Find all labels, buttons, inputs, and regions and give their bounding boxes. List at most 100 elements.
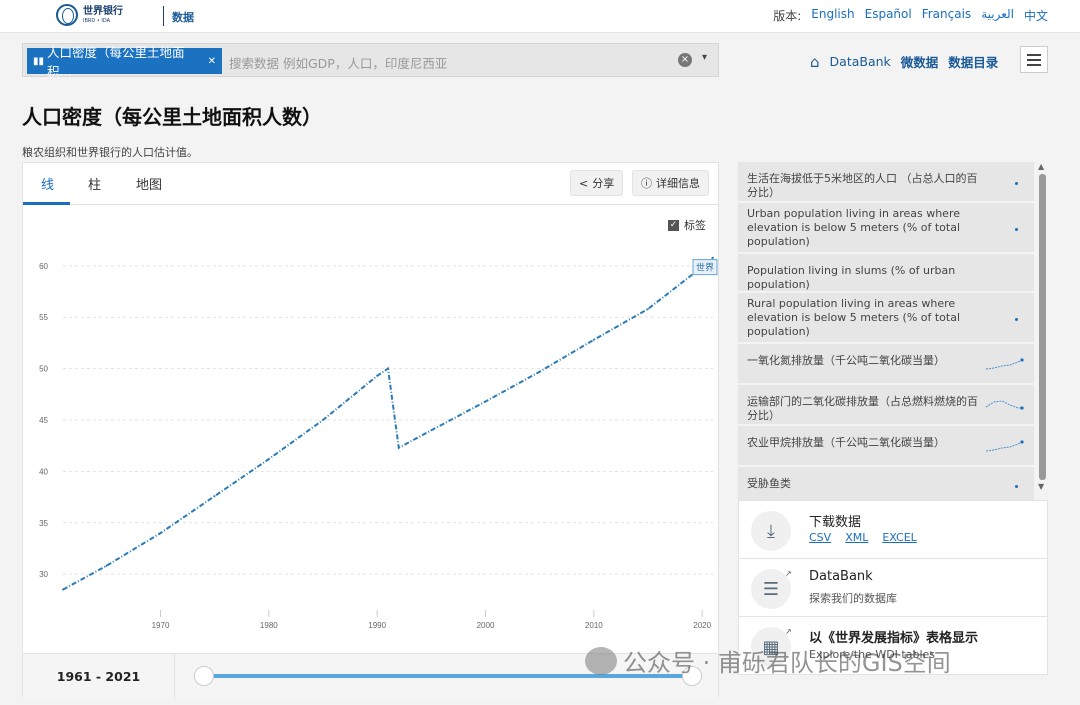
related-indicator-label: 生活在海拔低于5米地区的人口 （占总人口的百分比） [747,172,978,199]
year-slider-start-handle[interactable] [194,666,214,686]
top-bar: 世界银行 IBRD • IDA 数据 版本: English Español F… [0,0,1080,32]
series-line-world [62,256,714,591]
top-nav: ⌂ DataBank 微数据 数据目录 [810,52,998,71]
chip-remove-icon[interactable]: ✕ [208,56,216,67]
tab-line[interactable]: 线 [41,174,54,193]
external-link-icon: ↗ [785,627,792,636]
year-range-label: 1961 - 2021 [23,654,175,699]
tab-bar[interactable]: 柱 [88,174,101,193]
home-icon[interactable]: ⌂ [810,53,820,71]
download-csv-link[interactable]: CSV [809,531,831,544]
data-point [484,400,487,403]
sparkline [985,400,1024,410]
related-list-scrollbar[interactable]: ▲ ▼ [1037,162,1048,492]
details-label: 详细信息 [656,177,700,190]
sparkline [985,358,1024,370]
language-arabic[interactable]: العربية [981,7,1014,24]
data-point [387,367,389,370]
nav-databank[interactable]: DataBank [830,54,891,69]
data-point [159,532,162,534]
watermark: 公众号 · 甫砾君队长的GIS空间 [585,643,951,678]
info-icon: ⓘ [641,177,652,190]
related-indicator-item[interactable]: Population living in slums (% of urban p… [738,254,1034,292]
details-button[interactable]: ⓘ 详细信息 [632,170,709,196]
related-indicator-item[interactable]: 生活在海拔低于5米地区的人口 （占总人口的百分比） [738,162,1034,202]
external-link-icon: ↗ [785,569,792,578]
y-tick-label: 55 [39,313,48,322]
data-point [376,374,379,377]
page-title: 人口密度（每公里土地面积人数） [22,105,322,129]
related-indicator-item[interactable]: 受胁鱼类 [738,467,1034,503]
related-indicator-item[interactable]: 运输部门的二氧化碳排放量（占总燃料燃烧的百分比） [738,385,1034,425]
related-indicator-label: 受胁鱼类 [747,477,791,490]
section-link[interactable]: 数据 [172,9,194,25]
data-point [647,308,649,310]
scroll-down-icon[interactable]: ▼ [1038,482,1044,491]
language-chinese[interactable]: 中文 [1024,7,1048,24]
language-label: 版本: [773,9,802,23]
y-tick-label: 30 [39,570,48,579]
databank-row[interactable]: ☰ ↗ DataBank 探索我们的数据库 [739,559,1047,617]
sparkline-dot [1015,318,1018,321]
menu-icon-bar [1027,63,1041,66]
databank-subtitle: 探索我们的数据库 [809,592,897,605]
databank-title: DataBank [809,569,873,584]
language-spanish[interactable]: Español [865,7,912,24]
related-indicator-item[interactable]: Urban population living in areas where e… [738,203,1034,253]
share-label: 分享 [592,177,615,190]
menu-icon-bar [1027,53,1041,56]
share-button[interactable]: < 分享 [570,170,624,196]
y-tick-label: 40 [39,467,48,476]
data-point [105,565,108,567]
watermark-text: 公众号 · 甫砾君队长的GIS空间 [623,649,951,677]
related-indicators-list: 生活在海拔低于5米地区的人口 （占总人口的百分比） Urban populatio… [738,162,1048,503]
download-links: CSV XML EXCEL [809,531,917,544]
related-indicator-label: 运输部门的二氧化碳排放量（占总燃料燃烧的百分比） [747,395,978,422]
logo-subtitle: IBRD • IDA [83,17,111,24]
globe-icon [56,4,78,26]
hamburger-menu-button[interactable] [1020,46,1048,73]
sparkline-dot [1015,485,1018,488]
data-point [62,588,64,591]
nav-microdata[interactable]: 微数据 [901,52,939,71]
x-tick-label: 2000 [477,621,495,630]
related-indicator-item[interactable]: 农业甲烷排放量（千公吨二氧化碳当量） [738,426,1034,466]
y-tick-label: 45 [39,416,48,425]
data-point [267,458,270,460]
language-english[interactable]: English [811,7,854,24]
search-placeholder: 搜索数据 例如GDP，人口，印度尼西亚 [229,56,448,71]
data-point [592,338,595,341]
y-tick-label: 50 [39,365,48,374]
download-excel-link[interactable]: EXCEL [882,531,916,544]
related-indicator-item[interactable]: 一氧化氮排放量（千公吨二氧化碳当量） [738,344,1034,384]
x-tick-label: 2020 [693,621,711,630]
scroll-thumb[interactable] [1039,174,1046,480]
wechat-icon [585,646,617,675]
data-source: 粮农组织和世界银行的人口估计值。 [22,146,198,159]
related-indicator-label: Population living in slums (% of urban p… [747,264,956,291]
y-tick-label: 60 [39,262,48,271]
data-point [322,419,324,421]
data-point [538,370,541,373]
search-input[interactable]: ▮▮ 人口密度（每公里土地面积... ✕ 搜索数据 例如GDP，人口，印度尼西亚… [22,43,719,79]
indicator-chip[interactable]: ▮▮ 人口密度（每公里土地面积... ✕ [27,45,222,79]
download-icon: ⤓ [751,511,791,551]
scroll-up-icon[interactable]: ▲ [1038,162,1044,171]
related-indicator-label: 一氧化氮排放量（千公吨二氧化碳当量） [747,354,945,367]
series-label: 世界 [696,262,714,274]
download-xml-link[interactable]: XML [845,531,868,544]
x-tick-label: 2010 [585,621,603,630]
world-bank-logo[interactable]: 世界银行 IBRD • IDA [56,4,123,26]
menu-icon-bar [1027,58,1041,61]
logo-divider [163,6,164,26]
clear-icon[interactable]: × [678,53,692,67]
chevron-down-icon[interactable]: ▾ [702,52,707,63]
language-french[interactable]: Français [922,7,971,24]
chart-panel: 线 柱 地图 < 分享 ⓘ 详细信息 ✓ 标签 30 35 40 45 50 55 60 19… [22,162,719,699]
sparkline-dot [1015,182,1018,185]
related-indicator-item[interactable]: Rural population living in areas where e… [738,293,1034,343]
nav-catalog[interactable]: 数据目录 [948,52,998,71]
download-row: ⤓ 下载数据 CSV XML EXCEL [739,501,1047,559]
tab-map[interactable]: 地图 [136,174,162,193]
y-tick-label: 35 [39,519,48,528]
